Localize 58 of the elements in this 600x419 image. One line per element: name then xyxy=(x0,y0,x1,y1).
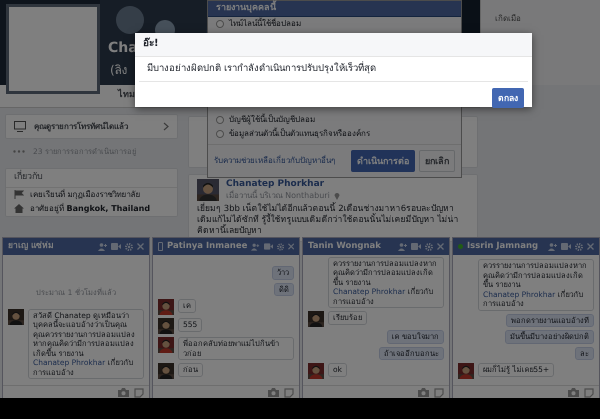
add-person-icon[interactable] xyxy=(548,242,557,250)
option-label[interactable]: ข้อมูลส่วนตัวนี้เป็นตัวแทนธุรกิจหรือองค์กร xyxy=(229,129,370,139)
camera-icon[interactable] xyxy=(418,388,429,397)
chevron-icon[interactable] xyxy=(163,122,169,131)
close-icon[interactable] xyxy=(587,243,594,250)
location-icon xyxy=(334,192,340,200)
add-person-icon[interactable] xyxy=(251,242,260,250)
camera-icon[interactable] xyxy=(568,388,579,397)
add-person-icon[interactable] xyxy=(398,242,407,250)
settings-icon[interactable] xyxy=(125,242,133,250)
close-icon[interactable] xyxy=(437,243,444,250)
dots-icon xyxy=(13,150,25,154)
post-text: เยี่ยมๆ 3bb เน็ตใช้ไม่ได้อีกแล้วตอนนี้ 2เดือนช่างมาหา6รอบละปัญหาเดิมแก้ไม่ได้ซักที รู้งี้ใช้ทรูแบบเดิมดีกว่าใช้ตอนนั้นไม่เคยมีปัญหา ไม่น่าคิดหานี้เลยปัญหา xyxy=(197,204,460,237)
video-icon[interactable] xyxy=(264,243,272,250)
ok-button[interactable]: ตกลง xyxy=(492,88,524,108)
camera-icon[interactable] xyxy=(268,388,279,397)
chat-name[interactable]: Issrin Jamnang xyxy=(467,241,544,252)
about-item: เคยเรียนที่ มกุฏเมืองราชวิทยาลัย xyxy=(30,190,141,200)
profile-subtitle: (ลิง xyxy=(110,63,128,78)
error-message: มีบางอย่างผิดปกติ เรากำลังดำเนินการปรับปรุงให้เร็วที่สุด xyxy=(139,56,528,82)
settings-icon[interactable] xyxy=(575,242,583,250)
cancel-button[interactable]: ยกเลิก xyxy=(419,150,455,172)
house-icon xyxy=(14,204,24,214)
radio-button[interactable] xyxy=(216,130,224,138)
settings-icon[interactable] xyxy=(276,242,284,250)
add-person-icon[interactable] xyxy=(98,242,107,250)
info-text: เกิดเมือ xyxy=(495,14,521,23)
video-icon[interactable] xyxy=(561,243,571,250)
option-label[interactable]: ไทม์ไลน์นี้ใช้ชื่อปลอม xyxy=(229,19,301,29)
sticker-icon[interactable] xyxy=(584,388,594,398)
help-link[interactable]: รับความช่วยเหลือเกี่ยวกับปัญหาอื่นๆ xyxy=(214,156,347,166)
sticker-icon[interactable] xyxy=(284,388,294,398)
phone-icon xyxy=(158,242,163,251)
camera-icon[interactable] xyxy=(118,388,129,397)
continue-button[interactable]: ดำเนินการต่อ xyxy=(351,150,415,172)
radio-button[interactable] xyxy=(216,20,224,28)
close-icon[interactable] xyxy=(288,243,294,250)
dialog-title: อ๊ะ! xyxy=(135,33,532,56)
chat-name[interactable]: Patinya Inmanee xyxy=(167,241,248,252)
author-name[interactable]: Chanatep Phorkhar xyxy=(226,179,340,191)
flag-icon xyxy=(14,190,24,200)
video-icon[interactable] xyxy=(411,243,421,250)
timeline-tab[interactable]: ไทม xyxy=(118,90,135,102)
chat-name[interactable]: Tanin Wongnak xyxy=(308,241,394,252)
video-icon[interactable] xyxy=(111,243,121,250)
settings-icon[interactable] xyxy=(425,242,433,250)
about-item: อาศัยอยู่ที่ Bangkok, Thailand xyxy=(30,204,150,214)
tv-icon xyxy=(14,121,26,132)
close-icon[interactable] xyxy=(137,243,144,250)
card-title: เกี่ยวกับ xyxy=(6,169,177,188)
online-dot-icon xyxy=(458,244,463,249)
option-label[interactable]: บัญชีผู้ใช้นี้เป็นบัญชีปลอม xyxy=(229,115,315,125)
card-title: คุณดูรายการโทรทัศน์ไดแล้ว xyxy=(34,122,129,132)
sticker-icon[interactable] xyxy=(134,388,144,398)
radio-button[interactable] xyxy=(216,116,224,124)
dialog-title: รายงานบุคคลนี้ xyxy=(208,1,461,17)
sticker-icon[interactable] xyxy=(434,388,444,398)
chat-name[interactable]: ยาเญ แซ่ห่ม xyxy=(8,241,94,252)
